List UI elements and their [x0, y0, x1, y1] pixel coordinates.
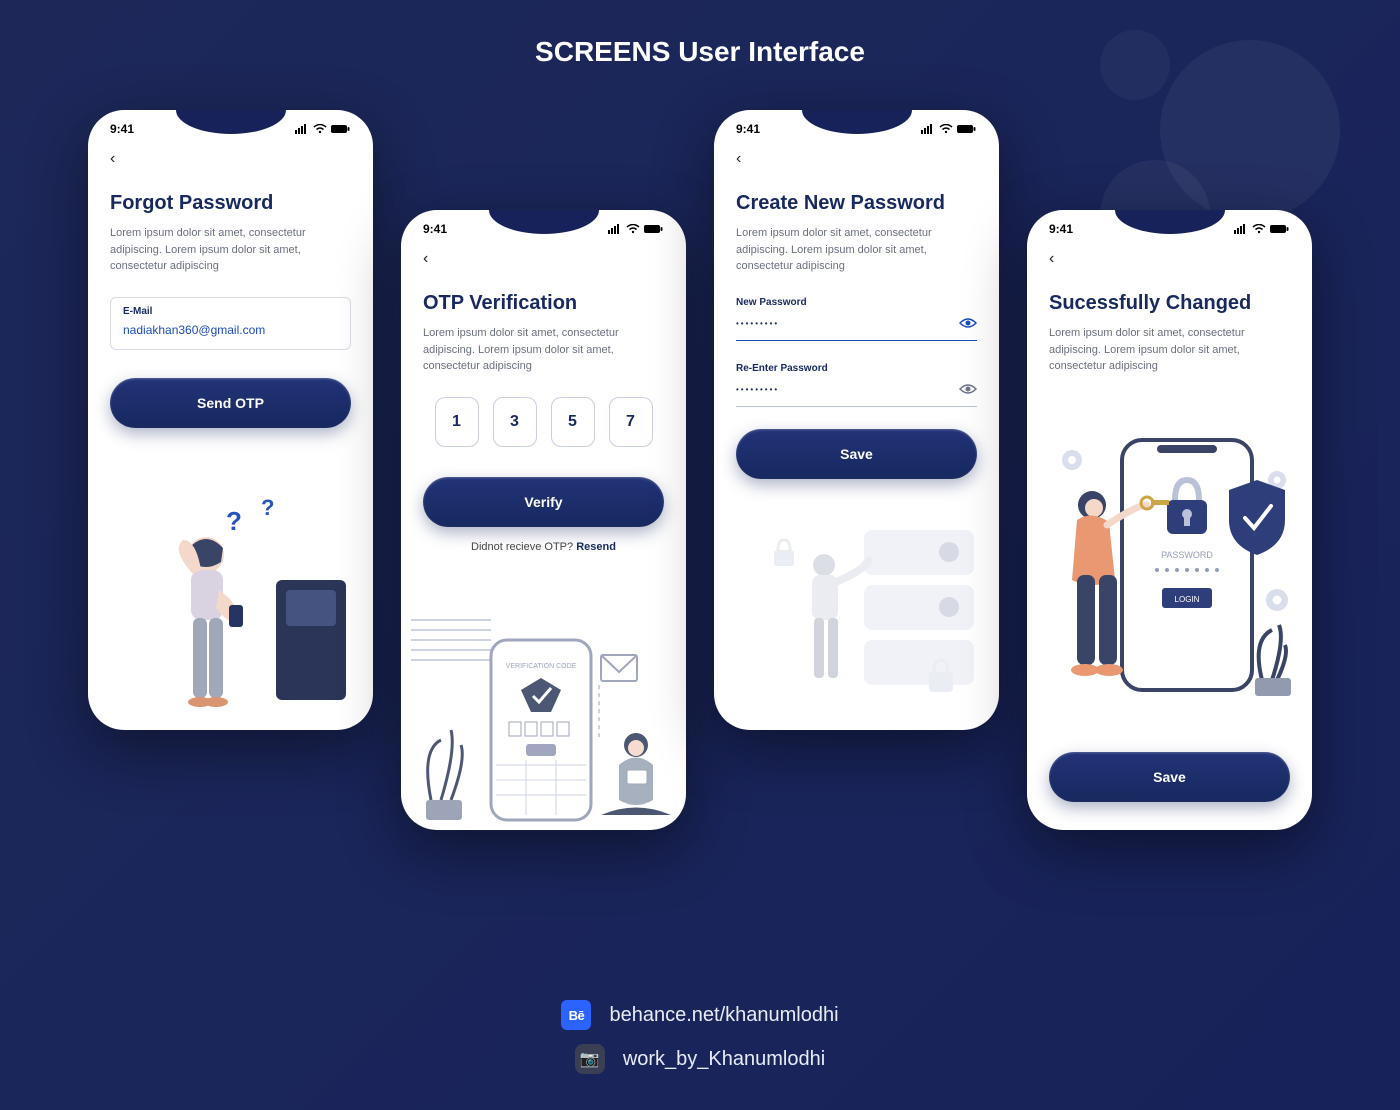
- footer: Bē behance.net/khanumlodhi 📷 work_by_Kha…: [0, 1000, 1400, 1074]
- otp-digit[interactable]: 7: [609, 397, 653, 447]
- eye-icon[interactable]: [959, 316, 977, 332]
- email-label: E-Mail: [123, 306, 338, 317]
- wifi-icon: [313, 124, 327, 134]
- back-button[interactable]: ‹: [401, 240, 686, 268]
- status-icons: [921, 124, 977, 134]
- otp-digit[interactable]: 5: [551, 397, 595, 447]
- svg-text:VERIFICATION CODE: VERIFICATION CODE: [506, 663, 577, 670]
- signal-icon: [295, 124, 309, 134]
- phone-create-password: 9:41 ‹ Create New Password Lorem ipsum d…: [714, 110, 999, 730]
- resend-link[interactable]: Resend: [576, 541, 616, 553]
- battery-icon: [331, 124, 351, 134]
- reenter-password-field[interactable]: Re-Enter Password •••••••••: [736, 363, 977, 407]
- status-time: 9:41: [423, 222, 447, 236]
- otp-digit[interactable]: 3: [493, 397, 537, 447]
- status-time: 9:41: [1049, 222, 1073, 236]
- wifi-icon: [939, 124, 953, 134]
- new-password-label: New Password: [736, 297, 977, 308]
- screen-title: OTP Verification: [423, 292, 664, 315]
- status-icons: [608, 224, 664, 234]
- screen-title: Sucessfully Changed: [1049, 292, 1290, 315]
- camera-icon: 📷: [575, 1044, 605, 1074]
- illustration-otp-phone: VERIFICATION CODE: [401, 600, 686, 830]
- signal-icon: [1234, 224, 1248, 234]
- reenter-password-label: Re-Enter Password: [736, 363, 977, 374]
- screen-description: Lorem ipsum dolor sit amet, consectetur …: [736, 225, 977, 275]
- illustration-success: PASSWORD LOGIN: [1027, 410, 1312, 750]
- status-time: 9:41: [736, 122, 760, 136]
- status-icons: [295, 124, 351, 134]
- new-password-field[interactable]: New Password •••••••••: [736, 297, 977, 341]
- screens-row: 9:41 ‹ Forgot Password Lorem ipsum dolor…: [0, 110, 1400, 960]
- wifi-icon: [626, 224, 640, 234]
- illustration-man-security: [714, 500, 999, 730]
- credit-text: work_by_Khanumlodhi: [623, 1048, 825, 1071]
- wifi-icon: [1252, 224, 1266, 234]
- reenter-password-value: •••••••••: [736, 385, 779, 394]
- status-icons: [1234, 224, 1290, 234]
- save-button[interactable]: Save: [736, 429, 977, 479]
- phone-success: 9:41 ‹ Sucessfully Changed Lorem ipsum d…: [1027, 210, 1312, 830]
- back-button[interactable]: ‹: [88, 140, 373, 168]
- screen-description: Lorem ipsum dolor sit amet, consectetur …: [110, 225, 351, 275]
- back-button[interactable]: ‹: [714, 140, 999, 168]
- back-button[interactable]: ‹: [1027, 240, 1312, 268]
- phone-forgot-password: 9:41 ‹ Forgot Password Lorem ipsum dolor…: [88, 110, 373, 730]
- otp-input-row: 1 3 5 7: [423, 397, 664, 447]
- verify-button[interactable]: Verify: [423, 477, 664, 527]
- behance-icon: Bē: [561, 1000, 591, 1030]
- email-field-wrap[interactable]: E-Mail: [110, 297, 351, 350]
- svg-text:?: ?: [226, 506, 242, 536]
- new-password-value: •••••••••: [736, 319, 779, 328]
- email-input[interactable]: [123, 323, 338, 337]
- eye-icon[interactable]: [959, 382, 977, 398]
- behance-link[interactable]: behance.net/khanumlodhi: [609, 1004, 838, 1027]
- svg-text:?: ?: [261, 495, 274, 520]
- resend-prefix: Didnot recieve OTP?: [471, 541, 573, 553]
- phone-otp-verification: 9:41 ‹ OTP Verification Lorem ipsum dolo…: [401, 210, 686, 830]
- illustration-confused-woman: ? ?: [88, 490, 373, 730]
- svg-text:LOGIN: LOGIN: [1175, 595, 1200, 604]
- screen-title: Create New Password: [736, 192, 977, 215]
- signal-icon: [608, 224, 622, 234]
- screen-description: Lorem ipsum dolor sit amet, consectetur …: [1049, 325, 1290, 375]
- screen-description: Lorem ipsum dolor sit amet, consectetur …: [423, 325, 664, 375]
- send-otp-button[interactable]: Send OTP: [110, 378, 351, 428]
- resend-row: Didnot recieve OTP? Resend: [423, 541, 664, 553]
- signal-icon: [921, 124, 935, 134]
- status-time: 9:41: [110, 122, 134, 136]
- page-title: SCREENS User Interface: [0, 36, 1400, 68]
- battery-icon: [1270, 224, 1290, 234]
- otp-digit[interactable]: 1: [435, 397, 479, 447]
- save-button[interactable]: Save: [1049, 752, 1290, 802]
- screen-title: Forgot Password: [110, 192, 351, 215]
- battery-icon: [957, 124, 977, 134]
- svg-text:PASSWORD: PASSWORD: [1161, 550, 1213, 560]
- battery-icon: [644, 224, 664, 234]
